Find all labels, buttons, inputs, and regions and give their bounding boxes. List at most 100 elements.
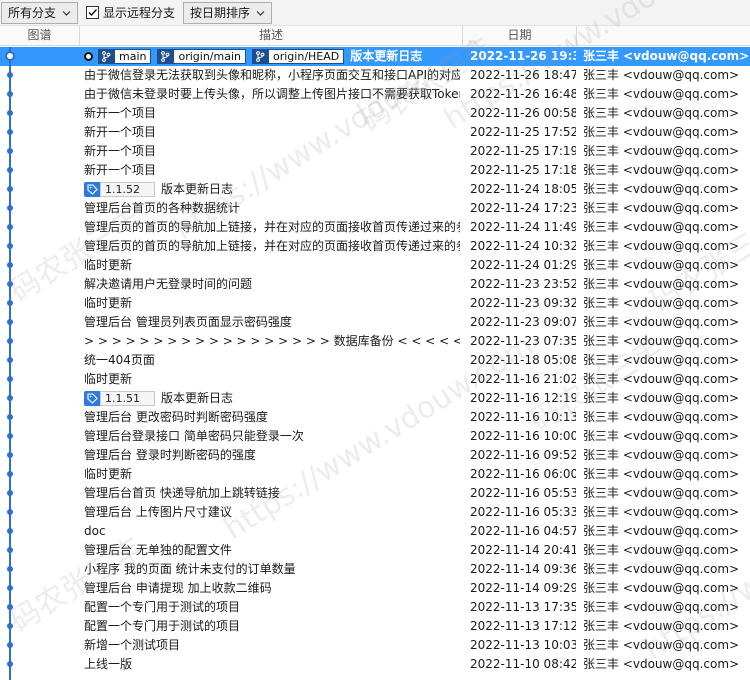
commit-row[interactable]: 上线一版 2022-11-10 08:42 张三丰 <vdouw@qq.com>	[0, 655, 750, 674]
commit-row[interactable]: 新开一个项目 2022-11-25 17:19 张三丰 <vdouw@qq.com>	[0, 142, 750, 161]
branch-icon	[157, 49, 174, 64]
commit-row[interactable]: > > > > > > > > > > > > > > > > > > 数据库备…	[0, 332, 750, 351]
commit-author: 张三丰 <vdouw@qq.com>	[583, 638, 740, 652]
commit-row[interactable]: 临时更新 2022-11-23 09:32 张三丰 <vdouw@qq.com>	[0, 294, 750, 313]
commit-description: 管理后台 管理员列表页面显示密码强度	[84, 313, 460, 332]
commit-description: 管理后台首页的各种数据统计	[84, 199, 460, 218]
sort-dropdown[interactable]: 按日期排序	[183, 1, 273, 24]
commit-row[interactable]: 管理后台首页 快递导航加上跳转链接 2022-11-16 05:53 张三丰 <vd…	[0, 484, 750, 503]
graph-node-icon	[7, 414, 13, 420]
commit-date: 2022-11-26 19:38	[470, 49, 576, 63]
commit-author: 张三丰 <vdouw@qq.com>	[583, 657, 740, 671]
commit-row[interactable]: 配置一个专门用于测试的项目 2022-11-13 17:12 张三丰 <vdouw@…	[0, 617, 750, 636]
commit-row[interactable]: 新增一个测试项目 2022-11-13 10:03 张三丰 <vdouw@qq.co…	[0, 636, 750, 655]
commit-row[interactable]: 管理后台 登录时判断密码的强度 2022-11-16 09:52 张三丰 <vdou…	[0, 446, 750, 465]
commit-row-selected[interactable]: main origin/main origin/HEAD 版本更新日志 2022-11-…	[0, 47, 750, 66]
header-date[interactable]: 日期	[463, 26, 577, 46]
commit-message: 新开一个项目	[84, 144, 157, 158]
commit-message: 版本更新日志	[350, 49, 423, 63]
commit-date: 2022-11-24 17:23	[470, 201, 576, 215]
commit-row[interactable]: 1.1.52 版本更新日志 2022-11-24 18:05 张三丰 <vdouw@q…	[0, 180, 750, 199]
commit-message: 管理后台首页 快递导航加上跳转链接	[84, 486, 280, 500]
commit-row[interactable]: 统一404页面 2022-11-18 05:08 张三丰 <vdouw@qq.com…	[0, 351, 750, 370]
commit-date: 2022-11-23 23:52	[470, 277, 576, 291]
commit-row[interactable]: 管理后台 申请提现 加上收款二维码 2022-11-14 09:29 张三丰 <vd…	[0, 579, 750, 598]
commit-row[interactable]: 临时更新 2022-11-24 01:29 张三丰 <vdouw@qq.com>	[0, 256, 750, 275]
commit-row[interactable]: 管理后台 无单独的配置文件 2022-11-14 20:41 张三丰 <vdouw@…	[0, 541, 750, 560]
graph-node-icon	[7, 376, 13, 382]
commit-description: 由于微信未登录时要上传头像，所以调整上传图片接口不需要获取Token	[84, 85, 460, 104]
commit-row[interactable]: 管理后台登录接口 简单密码只能登录一次 2022-11-16 10:00 张三丰 <…	[0, 427, 750, 446]
commit-date: 2022-11-14 09:36	[470, 562, 576, 576]
commit-row[interactable]: 管理后台 上传图片尺寸建议 2022-11-16 05:33 张三丰 <vdouw@…	[0, 503, 750, 522]
commit-row[interactable]: 配置一个专门用于测试的项目 2022-11-13 17:35 张三丰 <vdouw@…	[0, 598, 750, 617]
commit-row[interactable]: 管理后台 管理员列表页面显示密码强度 2022-11-23 09:07 张三丰 <v…	[0, 313, 750, 332]
commit-row[interactable]: 新开一个项目 2022-11-26 00:58 张三丰 <vdouw@qq.com>	[0, 104, 750, 123]
commit-description: 管理后页的首页的导航加上链接，并在对应的页面接收首页传递过来的参数	[84, 237, 460, 256]
commit-message: 管理后页的首页的导航加上链接，并在对应的页面接收首页传递过来的参数	[84, 220, 460, 234]
commit-date: 2022-11-16 05:53	[470, 486, 576, 500]
commit-row[interactable]: 由于微信未登录时要上传头像，所以调整上传图片接口不需要获取Token 2022-1…	[0, 85, 750, 104]
commit-description: 配置一个专门用于测试的项目	[84, 617, 460, 636]
header-graph[interactable]: 图谱	[0, 26, 80, 46]
graph-node-icon	[7, 205, 13, 211]
commit-row[interactable]: 小程序 我的页面 统计未支付的订单数量 2022-11-14 09:36 张三丰 <…	[0, 560, 750, 579]
graph-node-icon	[7, 319, 13, 325]
commit-message: 临时更新	[84, 372, 133, 386]
commit-description: > > > > > > > > > > > > > > > > > > 数据库备…	[84, 332, 460, 351]
commit-author: 张三丰 <vdouw@qq.com>	[583, 315, 740, 329]
show-remote-checkbox[interactable]	[86, 6, 100, 19]
commit-row[interactable]: 管理后台首页的各种数据统计 2022-11-24 17:23 张三丰 <vdouw@…	[0, 199, 750, 218]
commit-description: 统一404页面	[84, 351, 460, 370]
show-remote-toggle[interactable]: 显示远程分支	[84, 2, 177, 24]
graph-node-icon	[7, 148, 13, 154]
tag-ref[interactable]: 1.1.51	[84, 391, 155, 406]
branch-ref-origin-head[interactable]: origin/HEAD	[252, 49, 345, 64]
branch-ref-origin-main-label: origin/main	[173, 49, 246, 64]
head-indicator-icon	[84, 52, 93, 61]
graph-node-icon	[7, 433, 13, 439]
commit-message: doc	[84, 524, 106, 538]
graph-node-icon	[7, 528, 13, 534]
commit-date: 2022-11-25 17:19	[470, 144, 576, 158]
commit-row[interactable]: 管理后页的首页的导航加上链接，并在对应的页面接收首页传递过来的参数 2022-11…	[0, 237, 750, 256]
branch-ref-origin-head-label: origin/HEAD	[268, 49, 345, 64]
commit-description: 管理后台 申请提现 加上收款二维码	[84, 579, 460, 598]
branch-ref-main[interactable]: main	[98, 49, 152, 64]
commit-description: main origin/main origin/HEAD 版本更新日志	[84, 47, 460, 66]
commit-row[interactable]: 解决邀请用户无登录时间的问题 2022-11-23 23:52 张三丰 <vdouw…	[0, 275, 750, 294]
branch-ref-origin-main[interactable]: origin/main	[157, 49, 246, 64]
commit-row[interactable]: 临时更新 2022-11-16 06:00 张三丰 <vdouw@qq.com>	[0, 465, 750, 484]
commit-message: 新开一个项目	[84, 163, 157, 177]
commit-message: 由于微信未登录时要上传头像，所以调整上传图片接口不需要获取Token	[84, 87, 460, 101]
commit-description: 新增一个测试项目	[84, 636, 460, 655]
commit-message: 管理后台 上传图片尺寸建议	[84, 505, 232, 519]
tag-ref[interactable]: 1.1.52	[84, 182, 155, 197]
tag-label: 1.1.51	[100, 391, 155, 406]
commit-row[interactable]: 1.1.51 版本更新日志 2022-11-16 12:19 张三丰 <vdouw@q…	[0, 389, 750, 408]
commit-row[interactable]: 管理后台 更改密码时判断密码强度 2022-11-16 10:13 张三丰 <vdo…	[0, 408, 750, 427]
header-author[interactable]	[577, 26, 750, 46]
commit-date: 2022-11-23 09:07	[470, 315, 576, 329]
commit-row[interactable]: 管理后页的首页的导航加上链接，并在对应的页面接收首页传递过来的参数 2022-11…	[0, 218, 750, 237]
sort-label: 按日期排序	[190, 6, 251, 20]
commit-row[interactable]: doc 2022-11-16 04:57 张三丰 <vdouw@qq.com>	[0, 522, 750, 541]
branch-icon	[98, 49, 114, 64]
commit-author: 张三丰 <vdouw@qq.com>	[583, 600, 740, 614]
commit-description: 管理后台 上传图片尺寸建议	[84, 503, 460, 522]
commit-description: 解决邀请用户无登录时间的问题	[84, 275, 460, 294]
commit-row[interactable]: 新开一个项目 2022-11-25 17:18 张三丰 <vdouw@qq.com>	[0, 161, 750, 180]
header-description[interactable]: 描述	[80, 26, 463, 46]
commit-description: 新开一个项目	[84, 123, 460, 142]
commit-message: 临时更新	[84, 467, 133, 481]
commit-message: 临时更新	[84, 296, 133, 310]
commit-row[interactable]: 临时更新 2022-11-16 21:02 张三丰 <vdouw@qq.com>	[0, 370, 750, 389]
commit-row[interactable]: 新开一个项目 2022-11-25 17:52 张三丰 <vdouw@qq.com>	[0, 123, 750, 142]
commit-date: 2022-11-23 09:32	[470, 296, 576, 310]
commit-row[interactable]: 由于微信登录无法获取到头像和昵称，小程序页面交互和接口API的对应修改 2022-…	[0, 66, 750, 85]
commit-description: 管理后台登录接口 简单密码只能登录一次	[84, 427, 460, 446]
commit-author: 张三丰 <vdouw@qq.com>	[583, 68, 740, 82]
commit-author: 张三丰 <vdouw@qq.com>	[583, 448, 740, 462]
commit-message: 新开一个项目	[84, 125, 157, 139]
branch-filter-dropdown[interactable]: 所有分支	[1, 1, 79, 24]
